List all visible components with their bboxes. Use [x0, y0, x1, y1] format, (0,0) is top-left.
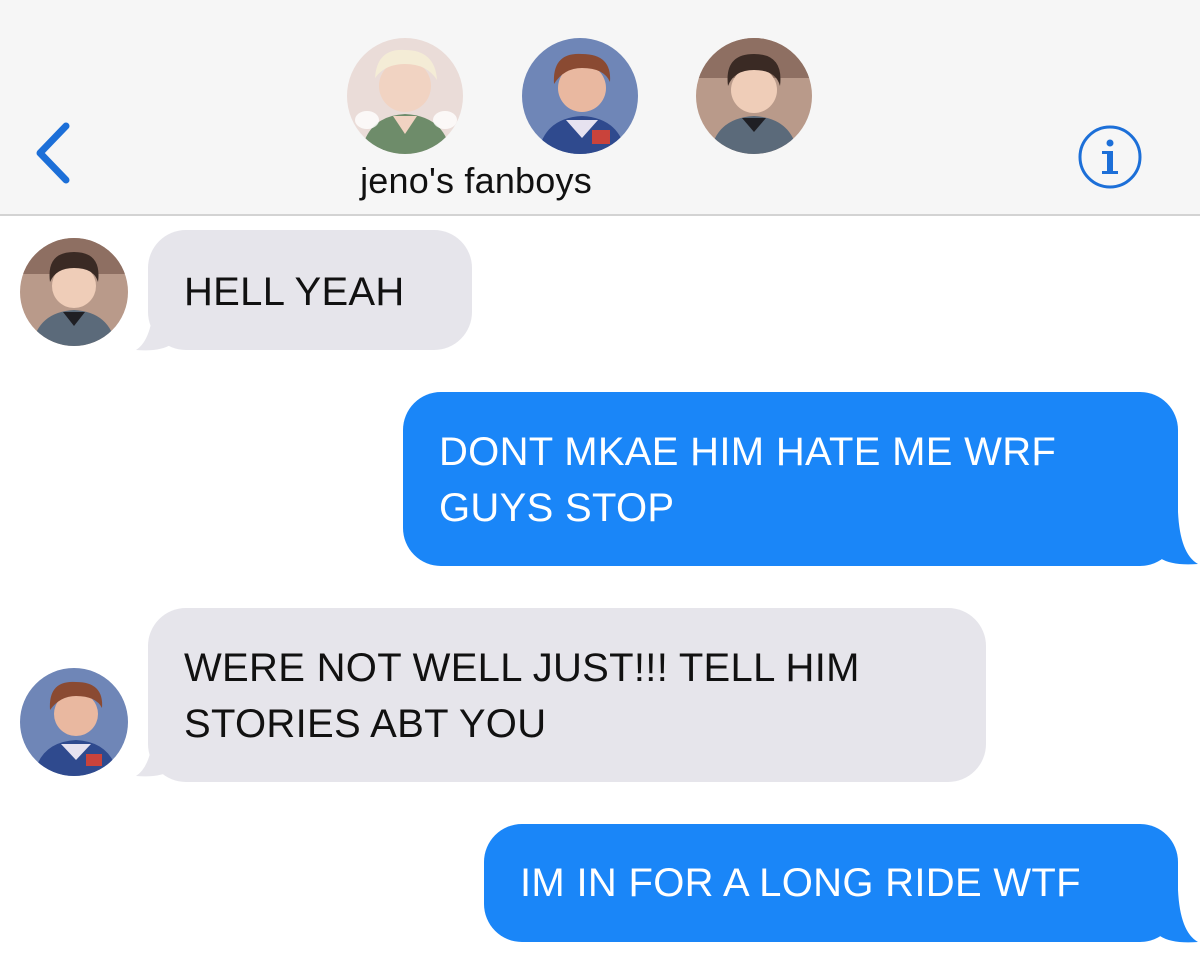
- participant-avatar-1[interactable]: [347, 38, 463, 154]
- message-bubble-sent[interactable]: DONT MKAE HIM HATE ME WRF GUYS STOP: [403, 392, 1178, 566]
- sender-avatar-3[interactable]: [20, 238, 128, 346]
- info-icon: [1078, 125, 1142, 189]
- message-text: HELL YEAH: [184, 270, 405, 314]
- message-bubble-received[interactable]: WERE NOT WELL JUST!!! TELL HIM STORIES A…: [148, 608, 986, 782]
- message-bubble-sent[interactable]: IM IN FOR A LONG RIDE WTF: [484, 824, 1178, 942]
- info-button[interactable]: [1077, 124, 1143, 190]
- bubble-tail: [1160, 512, 1198, 565]
- message-text: WERE NOT WELL JUST!!! TELL HIM STORIES A…: [184, 646, 860, 746]
- participant-avatar-3[interactable]: [696, 38, 812, 154]
- message-text: DONT MKAE HIM HATE ME WRF GUYS STOP: [439, 430, 1057, 530]
- back-button[interactable]: [26, 118, 86, 188]
- message-text: IM IN FOR A LONG RIDE WTF: [520, 861, 1081, 905]
- participant-avatar-2[interactable]: [522, 38, 638, 154]
- bubble-tail: [1160, 890, 1198, 943]
- bubble-tail: [136, 300, 172, 351]
- conversation-header: jeno's fanboys: [0, 0, 1200, 216]
- bubble-tail: [136, 726, 172, 777]
- message-bubble-received[interactable]: HELL YEAH: [148, 230, 472, 350]
- sender-avatar-2[interactable]: [20, 668, 128, 776]
- chevron-left-icon: [36, 122, 70, 184]
- group-title[interactable]: jeno's fanboys: [300, 160, 652, 202]
